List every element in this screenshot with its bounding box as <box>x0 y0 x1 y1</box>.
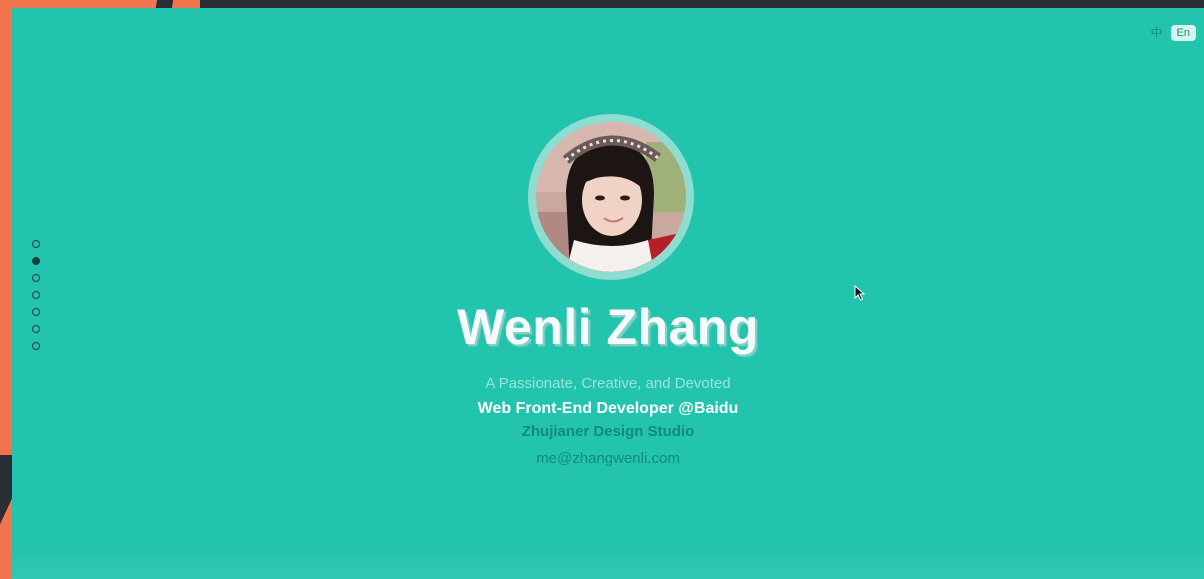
profile-role: Web Front-End Developer @Baidu <box>477 400 739 417</box>
lang-zh-link[interactable]: 中 <box>1151 24 1163 41</box>
avatar <box>536 122 686 272</box>
avatar-ring <box>528 114 694 280</box>
mouse-cursor-icon <box>854 285 866 301</box>
language-switch: 中 En <box>1151 24 1196 41</box>
profile-name: Wenli Zhang <box>457 299 759 355</box>
profile-email-link[interactable]: me@zhangwenli.com <box>12 450 1204 467</box>
nav-dot-1[interactable] <box>32 240 40 248</box>
nav-dot-2[interactable] <box>32 257 40 265</box>
profile-studio: Zhujianer Design Studio <box>521 423 695 440</box>
profile-tagline: A Passionate, Creative, and Devoted <box>485 375 731 392</box>
nav-dot-3[interactable] <box>32 274 40 282</box>
lang-en-button[interactable]: En <box>1170 24 1196 41</box>
hero-section: 中 En Wenli Zhang A Passionate, Creative,… <box>12 8 1204 579</box>
decorative-top-stripe <box>0 0 200 8</box>
